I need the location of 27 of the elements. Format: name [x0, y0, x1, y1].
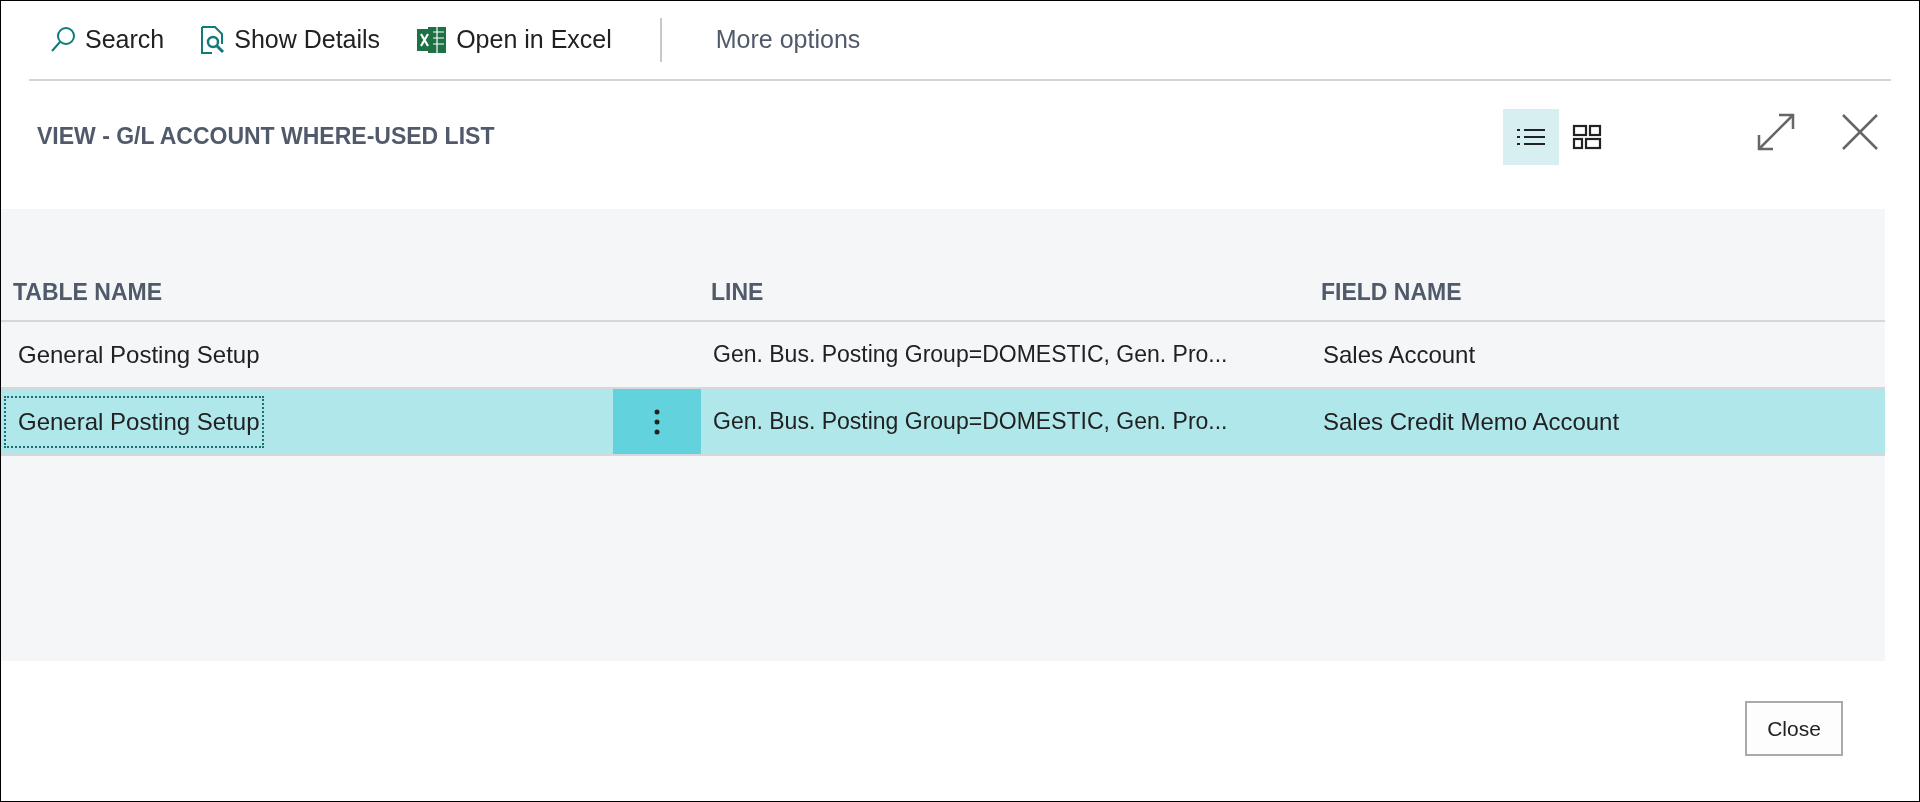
toolbar-button[interactable]: Search	[49, 21, 165, 59]
table-cell-text: Sales Account	[1323, 339, 1476, 370]
tiles-icon	[1572, 124, 1602, 150]
table-cell-text: Sales Credit Memo Account	[1323, 406, 1620, 437]
column-header: TABLE NAME	[12, 278, 164, 308]
more-options-button[interactable]: More options	[715, 21, 861, 59]
expand-button[interactable]	[1755, 111, 1797, 153]
toolbar-button[interactable]: Show Details	[200, 21, 381, 59]
toolbar-button[interactable]: Open in Excel	[416, 21, 612, 59]
close-icon-button[interactable]	[1841, 113, 1879, 151]
close-button[interactable]: Close	[1745, 701, 1843, 756]
document-magnifier-icon	[200, 25, 227, 55]
page-title: VIEW - G/L ACCOUNT WHERE-USED LIST	[37, 122, 496, 151]
table-row[interactable]: General Posting Setup Gen. Bus. Posting Group=DOMESTIC, Gen. Pro... Sales Credit Memo Account	[1, 389, 1885, 456]
search-icon	[49, 26, 77, 54]
list-icon	[1516, 127, 1546, 147]
more-icon[interactable]	[654, 408, 660, 435]
view-toggle-button[interactable]	[1503, 109, 1559, 165]
column-header: LINE	[710, 278, 765, 308]
table-cell-text: Gen. Bus. Posting Group=DOMESTIC, Gen. Pro...	[713, 340, 1228, 370]
spreadsheet-icon	[416, 24, 449, 56]
diagonal-arrows-icon	[1755, 111, 1797, 153]
column-header: FIELD NAME	[1320, 278, 1463, 308]
table-cell: General Posting Setup	[4, 395, 264, 448]
close-icon	[1841, 113, 1879, 151]
table-cell-text: Gen. Bus. Posting Group=DOMESTIC, Gen. Pro...	[713, 407, 1228, 437]
table-cell-text: General Posting Setup	[17, 339, 261, 370]
